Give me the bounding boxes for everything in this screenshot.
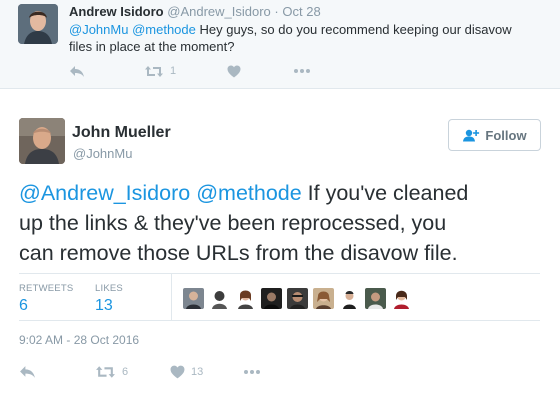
liker-avatar[interactable]	[313, 288, 334, 309]
parent-author-handle[interactable]: @Andrew_Isidoro	[167, 4, 271, 19]
parent-tweet-time[interactable]: Oct 28	[282, 4, 320, 19]
more-button[interactable]	[243, 369, 261, 375]
liker-avatar[interactable]	[183, 288, 204, 309]
author-avatar[interactable]	[19, 118, 65, 164]
tweet-text-line3: can remove those URLs from the disavow f…	[19, 241, 458, 265]
liker-avatar[interactable]	[261, 288, 282, 309]
follow-button[interactable]: Follow	[448, 119, 541, 151]
reply-button[interactable]	[69, 65, 144, 78]
tweet-text-line1: If you've cleaned	[301, 181, 469, 205]
reply-button[interactable]	[19, 365, 95, 379]
liker-avatars	[183, 288, 417, 309]
retweet-count: 6	[122, 366, 129, 378]
parent-tweet-text: @JohnMu @methode Hey guys, so do you rec…	[69, 21, 539, 55]
likes-label: LIKES	[95, 283, 123, 294]
heart-icon	[170, 365, 185, 379]
reply-icon	[70, 65, 84, 77]
liker-avatar[interactable]	[287, 288, 308, 309]
liker-avatar[interactable]	[339, 288, 360, 309]
mention-link[interactable]: @methode	[196, 181, 302, 205]
parent-time-separator: ·	[274, 4, 279, 19]
more-button[interactable]	[293, 68, 311, 74]
tweet-timestamp[interactable]: 9:02 AM - 28 Oct 2016	[19, 333, 139, 347]
reply-icon	[20, 366, 35, 378]
stats-divider	[171, 274, 172, 320]
parent-text-line1: Hey guys, so do you recommend keeping ou…	[195, 22, 512, 37]
likes-count: 13	[95, 297, 113, 314]
parent-author-name[interactable]: Andrew Isidoro	[69, 4, 164, 19]
mention-link[interactable]: @methode	[132, 22, 196, 37]
likes-stat[interactable]: LIKES 13	[95, 283, 123, 315]
mention-link[interactable]: @Andrew_Isidoro	[19, 181, 190, 205]
parent-avatar[interactable]	[18, 4, 58, 44]
heart-icon	[227, 65, 241, 77]
retweets-label: RETWEETS	[19, 283, 74, 294]
retweets-count: 6	[19, 297, 28, 314]
retweet-button[interactable]: 6	[95, 365, 170, 379]
tweet-actions: 6 13	[19, 363, 261, 381]
like-count: 13	[191, 366, 204, 378]
parent-tweet-actions: 1	[69, 62, 311, 80]
parent-tweet[interactable]: Andrew Isidoro @Andrew_Isidoro · Oct 28 …	[0, 0, 560, 89]
tweet-text-line2: up the links & they've been reprocessed,…	[19, 211, 447, 235]
retweets-stat[interactable]: RETWEETS 6	[19, 283, 73, 315]
more-icon	[244, 370, 260, 374]
retweet-button[interactable]: 1	[144, 65, 227, 78]
follow-label: Follow	[485, 127, 527, 143]
like-button[interactable]: 13	[170, 365, 243, 379]
retweet-count: 1	[170, 65, 177, 77]
more-icon	[294, 69, 310, 73]
like-button[interactable]	[227, 65, 293, 78]
parent-tweet-header: Andrew Isidoro @Andrew_Isidoro · Oct 28	[69, 4, 321, 19]
retweet-icon	[145, 65, 163, 77]
add-user-icon	[463, 129, 480, 141]
liker-avatar[interactable]	[391, 288, 412, 309]
author-handle[interactable]: @JohnMu	[73, 146, 132, 161]
tweet-stats: RETWEETS 6 LIKES 13	[19, 273, 540, 321]
liker-avatar[interactable]	[209, 288, 230, 309]
tweet-text: @Andrew_Isidoro @methode If you've clean…	[19, 178, 544, 268]
liker-avatar[interactable]	[365, 288, 386, 309]
mention-link[interactable]: @JohnMu	[69, 22, 128, 37]
parent-text-line2: files in place at the moment?	[69, 39, 235, 54]
author-name[interactable]: John Mueller	[72, 124, 171, 142]
liker-avatar[interactable]	[235, 288, 256, 309]
retweet-icon	[96, 366, 115, 378]
